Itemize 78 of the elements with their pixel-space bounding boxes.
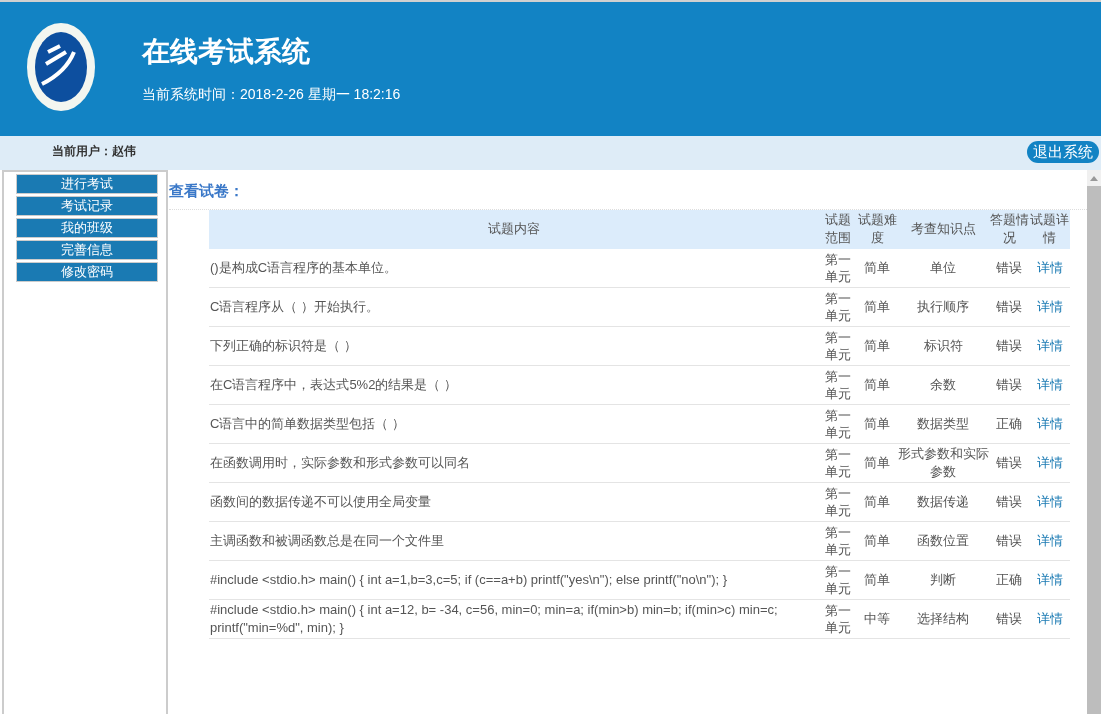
system-time: 当前系统时间：2018-2-26 星期一 18:2:16: [142, 84, 401, 104]
result-cell: 错误: [989, 599, 1029, 639]
difficulty-cell: 简单: [857, 443, 897, 483]
difficulty-cell: 简单: [857, 560, 897, 600]
column-header: 试题范围: [819, 209, 857, 249]
topic-cell: 函数位置: [897, 521, 989, 561]
difficulty-cell: 简单: [857, 365, 897, 405]
column-header: 答题情况: [989, 209, 1029, 249]
detail-link[interactable]: 详情: [1036, 455, 1063, 471]
current-user: 当前用户：赵伟: [52, 143, 136, 160]
topic-cell: 余数: [897, 365, 989, 405]
topic-cell: 数据传递: [897, 482, 989, 522]
sidebar-menu-item[interactable]: 完善信息: [16, 240, 158, 260]
topic-cell: 选择结构: [897, 599, 989, 639]
detail-link[interactable]: 详情: [1036, 416, 1063, 432]
scrollbar[interactable]: [1087, 170, 1101, 714]
column-header: 试题内容: [209, 209, 819, 249]
range-cell: 第一单元: [819, 560, 857, 600]
topic-cell: 标识符: [897, 326, 989, 366]
result-cell: 错误: [989, 248, 1029, 288]
topic-cell: 判断: [897, 560, 989, 600]
app-title: 在线考试系统: [142, 37, 311, 66]
range-cell: 第一单元: [819, 365, 857, 405]
result-cell: 错误: [989, 287, 1029, 327]
difficulty-cell: 简单: [857, 482, 897, 522]
result-cell: 错误: [989, 365, 1029, 405]
difficulty-cell: 简单: [857, 287, 897, 327]
topic-cell: 单位: [897, 248, 989, 288]
detail-link[interactable]: 详情: [1036, 572, 1063, 588]
difficulty-cell: 简单: [857, 404, 897, 444]
column-header: 试题详情: [1029, 209, 1070, 249]
section-title: 查看试卷：: [169, 180, 1087, 210]
question-cell: C语言中的简单数据类型包括（ ）: [209, 404, 819, 444]
sidebar-menu-item[interactable]: 修改密码: [16, 262, 158, 282]
detail-link[interactable]: 详情: [1036, 299, 1063, 315]
result-cell: 错误: [989, 482, 1029, 522]
question-cell: 函数间的数据传递不可以使用全局变量: [209, 482, 819, 522]
difficulty-cell: 中等: [857, 599, 897, 639]
topic-cell: 数据类型: [897, 404, 989, 444]
range-cell: 第一单元: [819, 443, 857, 483]
question-cell: 下列正确的标识符是（ ）: [209, 326, 819, 366]
range-cell: 第一单元: [819, 482, 857, 522]
sidebar-menu-item[interactable]: 进行考试: [16, 174, 158, 194]
detail-link[interactable]: 详情: [1036, 611, 1063, 627]
sidebar-menu-item[interactable]: 我的班级: [16, 218, 158, 238]
question-cell: #include <stdio.h> main() { int a=12, b= -34, c=56, min=0; min=a; if(min>b) min=b; if(min>c) min=c; printf("min=%d", min); }: [209, 599, 819, 639]
question-cell: 在C语言程序中，表达式5%2的结果是（ ）: [209, 365, 819, 405]
difficulty-cell: 简单: [857, 521, 897, 561]
result-cell: 错误: [989, 443, 1029, 483]
question-cell: #include <stdio.h> main() { int a=1,b=3,c=5; if (c==a+b) printf("yes\n"); else printf("no\n"); }: [209, 560, 819, 600]
difficulty-cell: 简单: [857, 326, 897, 366]
scroll-up-icon[interactable]: [1090, 175, 1098, 181]
result-cell: 错误: [989, 326, 1029, 366]
detail-link[interactable]: 详情: [1036, 494, 1063, 510]
result-cell: 错误: [989, 521, 1029, 561]
question-cell: 主调函数和被调函数总是在同一个文件里: [209, 521, 819, 561]
detail-link[interactable]: 详情: [1036, 338, 1063, 354]
range-cell: 第一单元: [819, 248, 857, 288]
question-cell: C语言程序从（ ）开始执行。: [209, 287, 819, 327]
topic-cell: 执行顺序: [897, 287, 989, 327]
column-header: 试题难度: [857, 209, 897, 249]
range-cell: 第一单元: [819, 599, 857, 639]
result-cell: 正确: [989, 404, 1029, 444]
detail-link[interactable]: 详情: [1036, 377, 1063, 393]
range-cell: 第一单元: [819, 521, 857, 561]
range-cell: 第一单元: [819, 326, 857, 366]
logout-button[interactable]: 退出系统: [1027, 141, 1099, 163]
difficulty-cell: 简单: [857, 248, 897, 288]
topic-cell: 形式参数和实际参数: [897, 443, 989, 483]
question-cell: ()是构成C语言程序的基本单位。: [209, 248, 819, 288]
column-header: 考查知识点: [897, 209, 989, 249]
sidebar-menu-item[interactable]: 考试记录: [16, 196, 158, 216]
detail-link[interactable]: 详情: [1036, 533, 1063, 549]
range-cell: 第一单元: [819, 404, 857, 444]
detail-link[interactable]: 详情: [1036, 260, 1063, 275]
result-cell: 正确: [989, 560, 1029, 600]
range-cell: 第一单元: [819, 287, 857, 327]
question-cell: 在函数调用时，实际参数和形式参数可以同名: [209, 443, 819, 483]
